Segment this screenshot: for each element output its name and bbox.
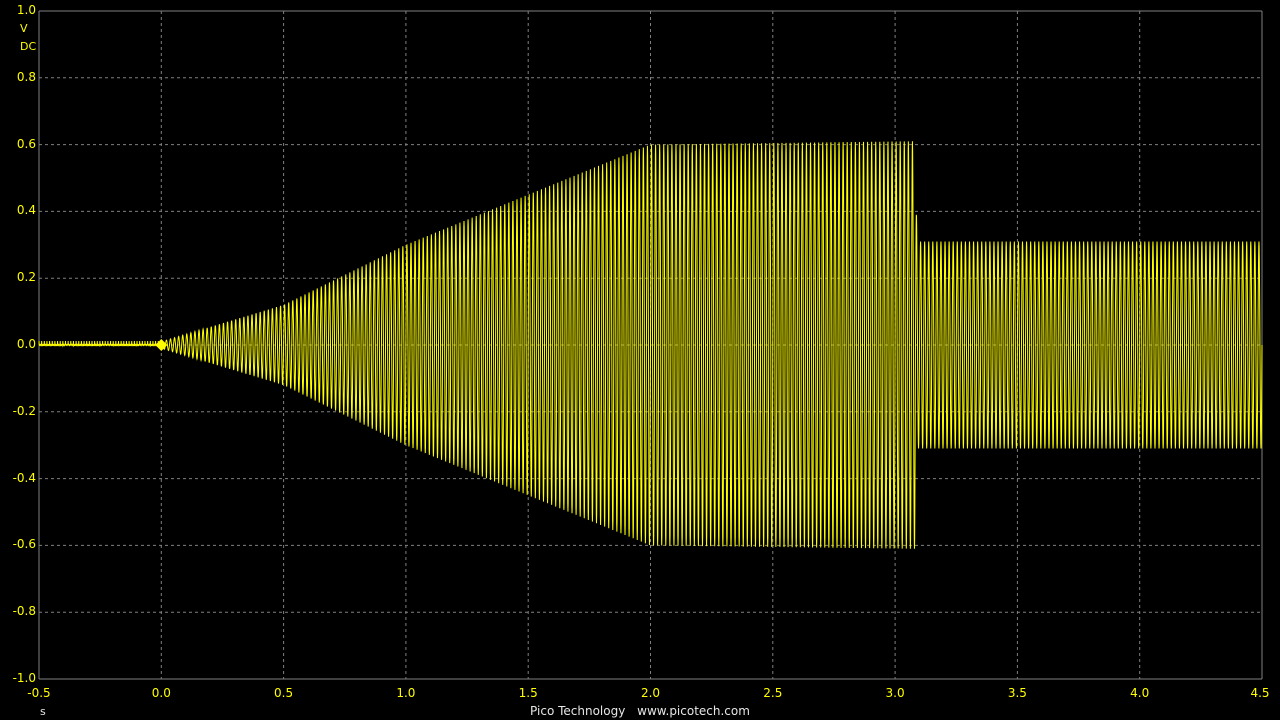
y-tick-label: -0.4 bbox=[12, 470, 36, 485]
x-tick-label: 2.5 bbox=[763, 686, 783, 700]
y-tick-label: -0.8 bbox=[12, 604, 36, 619]
y-unit-label: V bbox=[20, 22, 28, 35]
y-tick-label: 0.2 bbox=[16, 270, 36, 285]
footer: Pico Technology www.picotech.com bbox=[0, 704, 1280, 718]
x-tick-label: 0.5 bbox=[274, 686, 294, 700]
x-tick-label: 1.0 bbox=[396, 686, 416, 700]
y-tick-label: -0.2 bbox=[12, 403, 36, 418]
footer-brand: Pico Technology bbox=[530, 704, 626, 718]
y-tick-label: -0.6 bbox=[12, 537, 36, 552]
x-tick-label: 4.5 bbox=[1250, 686, 1270, 700]
oscilloscope-plot[interactable] bbox=[0, 0, 1280, 720]
footer-url[interactable]: www.picotech.com bbox=[637, 704, 750, 718]
coupling-label: DC bbox=[20, 40, 37, 53]
x-tick-label: 1.5 bbox=[518, 686, 538, 700]
y-tick-label: 0.0 bbox=[16, 337, 36, 351]
x-tick-label: 3.5 bbox=[1007, 686, 1027, 700]
x-tick-label: 2.0 bbox=[640, 686, 661, 700]
x-tick-label: -0.5 bbox=[27, 686, 51, 700]
y-tick-label: 0.4 bbox=[16, 203, 36, 218]
y-tick-label: -1.0 bbox=[12, 671, 36, 685]
x-tick-label: 4.0 bbox=[1130, 686, 1150, 700]
y-tick-label: 0.6 bbox=[16, 136, 36, 151]
y-tick-label: 0.8 bbox=[16, 69, 36, 84]
y-tick-label: 1.0 bbox=[16, 3, 36, 17]
x-tick-label: 0.0 bbox=[151, 686, 171, 700]
x-tick-label: 3.0 bbox=[885, 686, 905, 700]
